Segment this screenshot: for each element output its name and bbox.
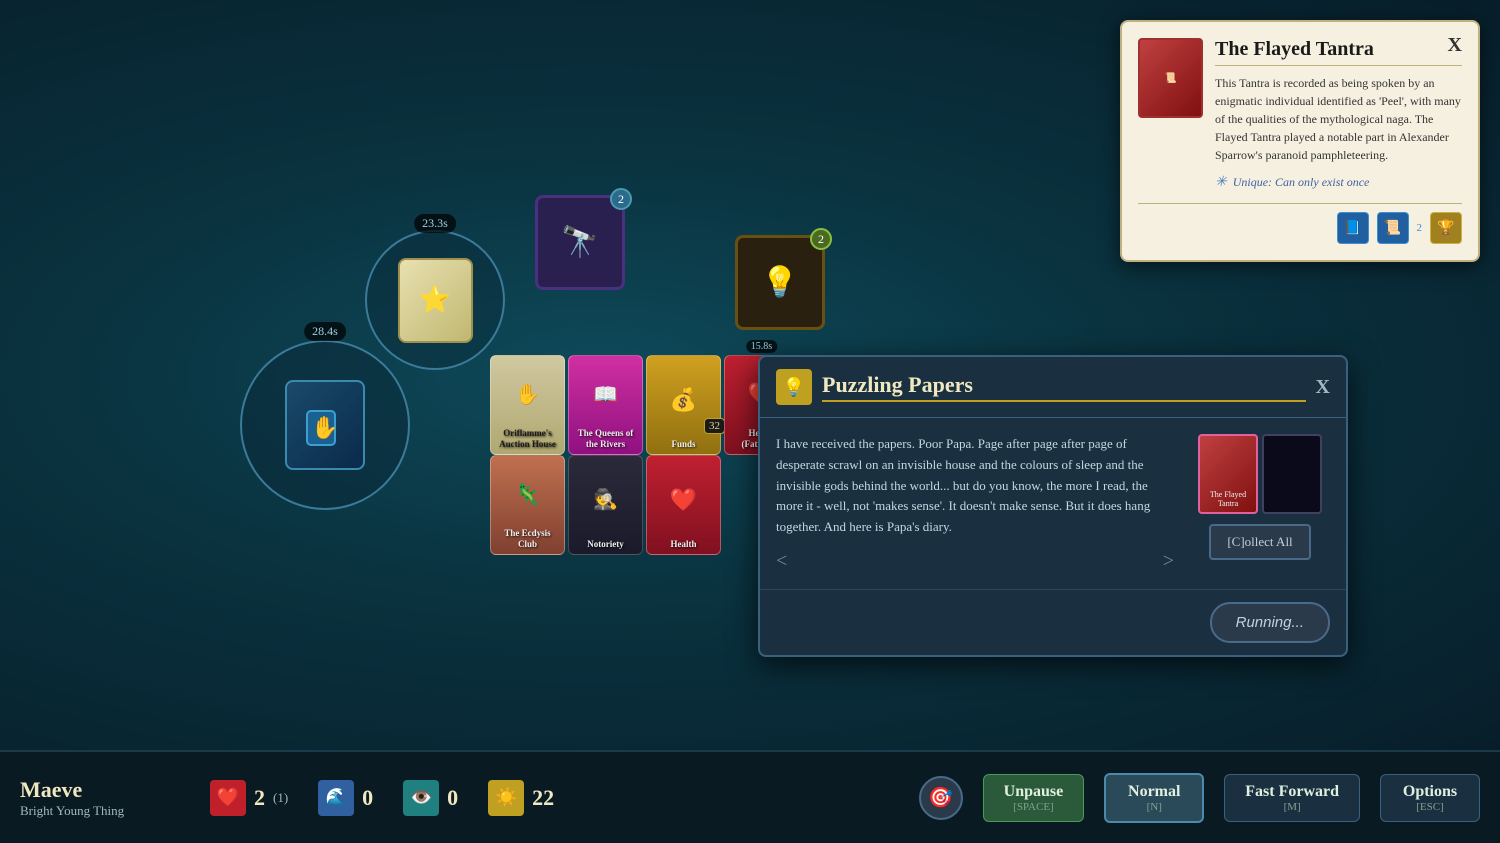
- tooltip-icon-gold[interactable]: 🏆: [1430, 212, 1462, 244]
- player-name: Maeve: [20, 777, 180, 803]
- dialog-prev-button[interactable]: <: [776, 550, 787, 573]
- passion-value: 0: [362, 785, 373, 811]
- health-value: 2: [254, 785, 265, 811]
- hand-card-blue[interactable]: ✋: [285, 380, 365, 470]
- dialog-text: I have received the papers. Poor Papa. P…: [776, 434, 1174, 538]
- tooltip-title: The Flayed Tantra: [1215, 38, 1462, 66]
- dialog-text-section: I have received the papers. Poor Papa. P…: [776, 434, 1174, 573]
- dialog-cards-section: The Flayed Tantra [C]ollect All: [1190, 434, 1330, 573]
- hand-icon: ✋: [303, 403, 347, 447]
- passion-stat: 🌊 0: [318, 780, 373, 816]
- normal-key: [N]: [1147, 801, 1162, 813]
- preview-dark-card[interactable]: [1262, 434, 1322, 514]
- passion-icon: 🌊: [318, 780, 354, 816]
- dialog-card-preview: The Flayed Tantra: [1198, 434, 1322, 514]
- dialog-icon: 💡: [776, 369, 812, 405]
- dialog-header: 💡 Puzzling Papers X: [760, 357, 1346, 418]
- tooltip-icon-book[interactable]: 📘: [1337, 212, 1369, 244]
- dialog-body: I have received the papers. Poor Papa. P…: [760, 418, 1346, 589]
- oriflamme-label: Oriflamme's Auction House: [495, 428, 560, 450]
- player-title: Bright Young Thing: [20, 803, 180, 819]
- hand-card-oriflamme[interactable]: ✋ Oriflamme's Auction House: [490, 355, 565, 455]
- board-circle-topleft: 23.3s ⭐: [365, 230, 505, 370]
- tooltip-icon-scroll[interactable]: 📜: [1377, 212, 1409, 244]
- bottom-bar: Maeve Bright Young Thing ❤️ 2 (1) 🌊 0 👁️…: [0, 750, 1500, 843]
- unpause-button[interactable]: Unpause [SPACE]: [983, 774, 1085, 822]
- health-icon: ❤️: [210, 780, 246, 816]
- board-circle-left: 28.4s ✋: [240, 340, 410, 510]
- health-stat: ❤️ 2 (1): [210, 780, 288, 816]
- tooltip-title-section: The Flayed Tantra This Tantra is recorde…: [1215, 38, 1462, 191]
- funds-label: Funds: [671, 439, 695, 450]
- svg-text:✋: ✋: [311, 415, 338, 440]
- dialog-navigation: < >: [776, 550, 1174, 573]
- tooltip-description: This Tantra is recorded as being spoken …: [1215, 74, 1462, 164]
- ecdysis-label: The Ecdysis Club: [495, 528, 560, 550]
- hand-card-notoriety[interactable]: 🕵️ Notoriety: [568, 455, 643, 555]
- normal-label: Normal: [1128, 783, 1180, 801]
- lightbulb-count-badge: 2: [810, 228, 832, 250]
- hand-card-funds[interactable]: 💰 Funds 32: [646, 355, 721, 455]
- funds-icon: ☀️: [488, 780, 524, 816]
- board-card-lightbulb[interactable]: 💡 2: [735, 235, 825, 330]
- puzzling-papers-dialog: 💡 Puzzling Papers X I have received the …: [758, 355, 1348, 657]
- running-button[interactable]: Running...: [1210, 602, 1330, 643]
- tooltip-footer: 📘 📜 2 🏆: [1138, 203, 1462, 244]
- funds-value: 22: [532, 785, 554, 811]
- misc-icon-button[interactable]: 🎯: [919, 776, 963, 820]
- notoriety-label: Notoriety: [587, 539, 623, 550]
- reason-stat: 👁️ 0: [403, 780, 458, 816]
- board-card-telescope[interactable]: 🔭 2: [535, 195, 625, 290]
- queens-label: The Queens of the Rivers: [573, 428, 638, 450]
- hand-card-health[interactable]: ❤️ Health: [646, 455, 721, 555]
- fast-forward-button[interactable]: Fast Forward [M]: [1224, 774, 1360, 822]
- board-timer-topleft: 23.3s: [414, 214, 456, 233]
- health-label: Health: [671, 539, 697, 550]
- player-info: Maeve Bright Young Thing: [20, 777, 180, 819]
- unpause-label: Unpause: [1004, 783, 1064, 801]
- funds-stat: ☀️ 22: [488, 780, 554, 816]
- options-button[interactable]: Options [ESC]: [1380, 774, 1480, 822]
- dialog-footer: Running...: [760, 589, 1346, 655]
- tooltip-flayed-tantra: X 📜 The Flayed Tantra This Tantra is rec…: [1120, 20, 1480, 262]
- dialog-title: Puzzling Papers: [822, 372, 1306, 402]
- reason-value: 0: [447, 785, 458, 811]
- tooltip-card-image: 📜: [1138, 38, 1203, 118]
- dialog-close-button[interactable]: X: [1316, 376, 1330, 399]
- options-label: Options: [1403, 783, 1457, 801]
- telescope-count-badge: 2: [610, 188, 632, 210]
- collect-all-button[interactable]: [C]ollect All: [1209, 524, 1310, 560]
- reason-icon: 👁️: [403, 780, 439, 816]
- hand-card-ecdysis[interactable]: 🦎 The Ecdysis Club: [490, 455, 565, 555]
- normal-button[interactable]: Normal [N]: [1104, 773, 1204, 823]
- fast-forward-label: Fast Forward: [1245, 783, 1339, 801]
- tooltip-count: 2: [1417, 212, 1423, 244]
- unique-icon: ✳: [1215, 174, 1227, 191]
- health-sub: (1): [273, 790, 288, 806]
- dialog-next-button[interactable]: >: [1163, 550, 1174, 573]
- board-timer-left: 28.4s: [304, 322, 346, 341]
- board-card-cloud[interactable]: ⭐: [398, 258, 473, 343]
- tooltip-header: 📜 The Flayed Tantra This Tantra is recor…: [1138, 38, 1462, 191]
- preview-flayed-tantra[interactable]: The Flayed Tantra: [1198, 434, 1258, 514]
- fast-forward-key: [M]: [1284, 801, 1301, 813]
- options-key: [ESC]: [1416, 801, 1444, 813]
- unpause-key: [SPACE]: [1013, 801, 1054, 813]
- tooltip-unique: ✳ Unique: Can only exist once: [1215, 174, 1462, 191]
- funds-count-badge: 32: [704, 418, 725, 434]
- hand-card-queens[interactable]: 📖 The Queens of the Rivers: [568, 355, 643, 455]
- tooltip-close-button[interactable]: X: [1448, 34, 1462, 57]
